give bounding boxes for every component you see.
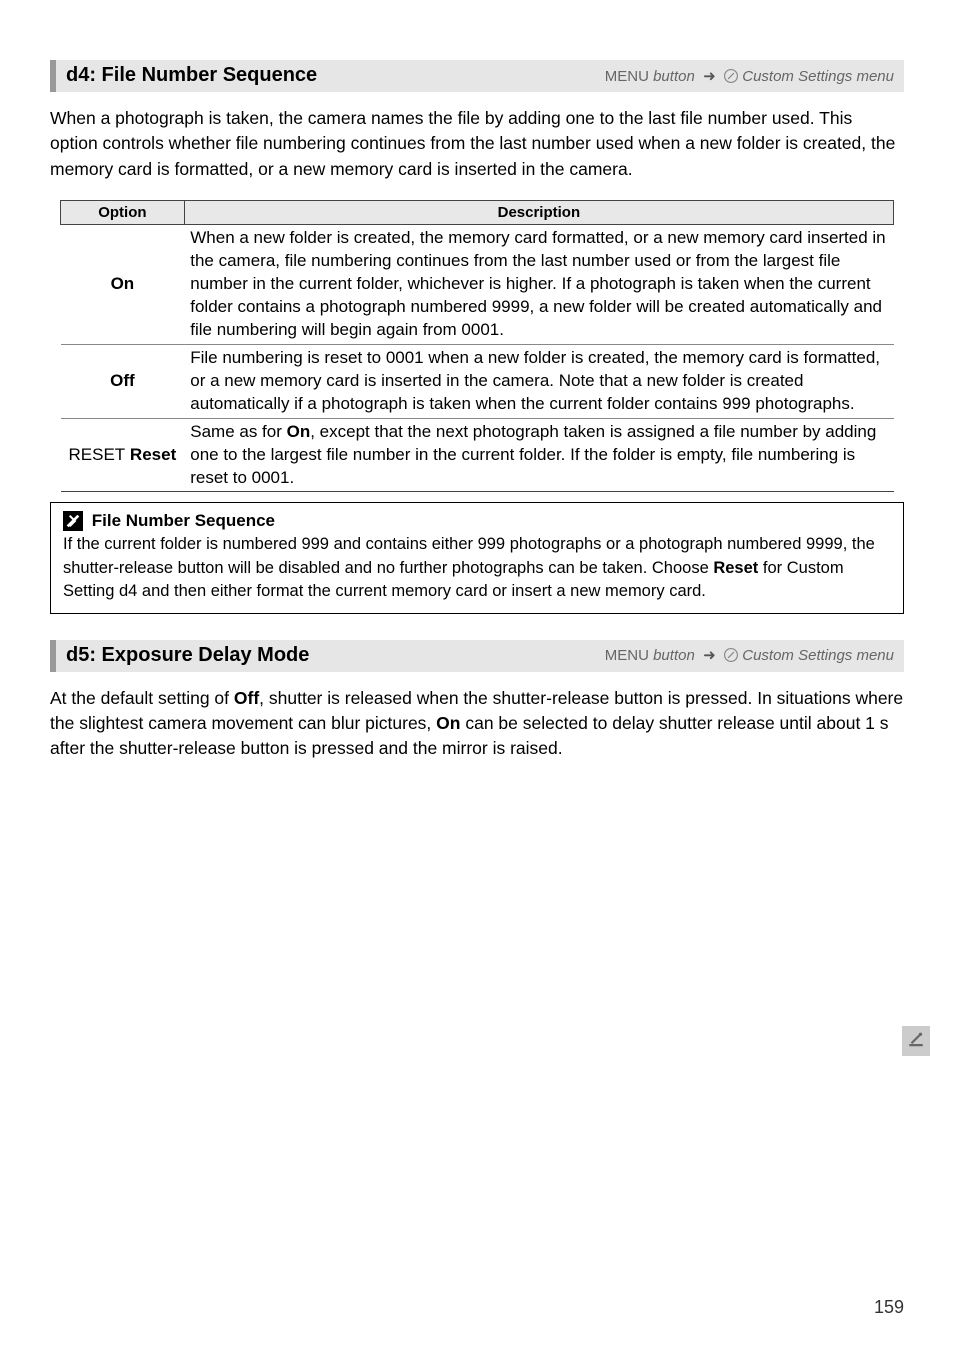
section-header-d4: d4: File Number Sequence MENU button ➜ C… — [50, 60, 904, 92]
note-box-d4: File Number Sequence If the current fold… — [50, 502, 904, 613]
section-header-d5: d5: Exposure Delay Mode MENU button ➜ Cu… — [50, 640, 904, 672]
reset-option-label: Reset — [130, 445, 176, 464]
menu-hint: button — [653, 68, 695, 85]
description-cell-off: File numbering is reset to 0001 when a n… — [184, 344, 893, 418]
arrow-icon: ➜ — [703, 647, 716, 664]
option-cell-reset: RESET Reset — [61, 418, 185, 492]
table-row: RESET Reset Same as for On, except that … — [61, 418, 894, 492]
menu-button-label: MENU — [605, 647, 649, 664]
col-header-option: Option — [61, 201, 185, 225]
section-title-d4: d4: File Number Sequence — [66, 64, 317, 87]
d5-body-bold1: Off — [234, 688, 259, 708]
pencil-icon — [724, 647, 742, 664]
note-title-text: File Number Sequence — [92, 511, 275, 530]
section-body-d4: When a photograph is taken, the camera n… — [50, 106, 904, 182]
warn-icon — [63, 511, 83, 531]
arrow-icon: ➜ — [703, 68, 716, 85]
pencil-icon — [724, 68, 742, 85]
section-meta-d5: MENU button ➜ Custom Settings menu — [605, 646, 894, 664]
option-cell-off: Off — [61, 344, 185, 418]
page-number: 159 — [874, 1297, 904, 1318]
menu-dest: Custom Settings menu — [742, 68, 894, 85]
description-cell-reset: Same as for On, except that the next pho… — [184, 418, 893, 492]
table-row: Off File numbering is reset to 0001 when… — [61, 344, 894, 418]
section-meta-d4: MENU button ➜ Custom Settings menu — [605, 67, 894, 85]
menu-hint: button — [653, 647, 695, 664]
section-title-d5: d5: Exposure Delay Mode — [66, 644, 309, 667]
note-body: If the current folder is numbered 999 an… — [63, 533, 891, 602]
note-body-bold: Reset — [713, 559, 758, 577]
col-header-description: Description — [184, 201, 893, 225]
note-title: File Number Sequence — [63, 511, 891, 531]
section-body-d5: At the default setting of Off, shutter i… — [50, 686, 904, 762]
description-cell-on: When a new folder is created, the memory… — [184, 225, 893, 345]
reset-desc-pre: Same as for — [190, 422, 286, 441]
reset-desc-bold: On — [287, 422, 311, 441]
option-cell-on: On — [61, 225, 185, 345]
d5-body-bold2: On — [436, 713, 460, 733]
menu-button-label: MENU — [605, 68, 649, 85]
table-header-row: Option Description — [61, 201, 894, 225]
options-table-d4: Option Description On When a new folder … — [60, 200, 894, 492]
side-tab-icon — [902, 1026, 930, 1056]
menu-dest: Custom Settings menu — [742, 647, 894, 664]
table-row: On When a new folder is created, the mem… — [61, 225, 894, 345]
reset-prefix-label: RESET — [69, 445, 126, 464]
d5-body-pre: At the default setting of — [50, 688, 234, 708]
